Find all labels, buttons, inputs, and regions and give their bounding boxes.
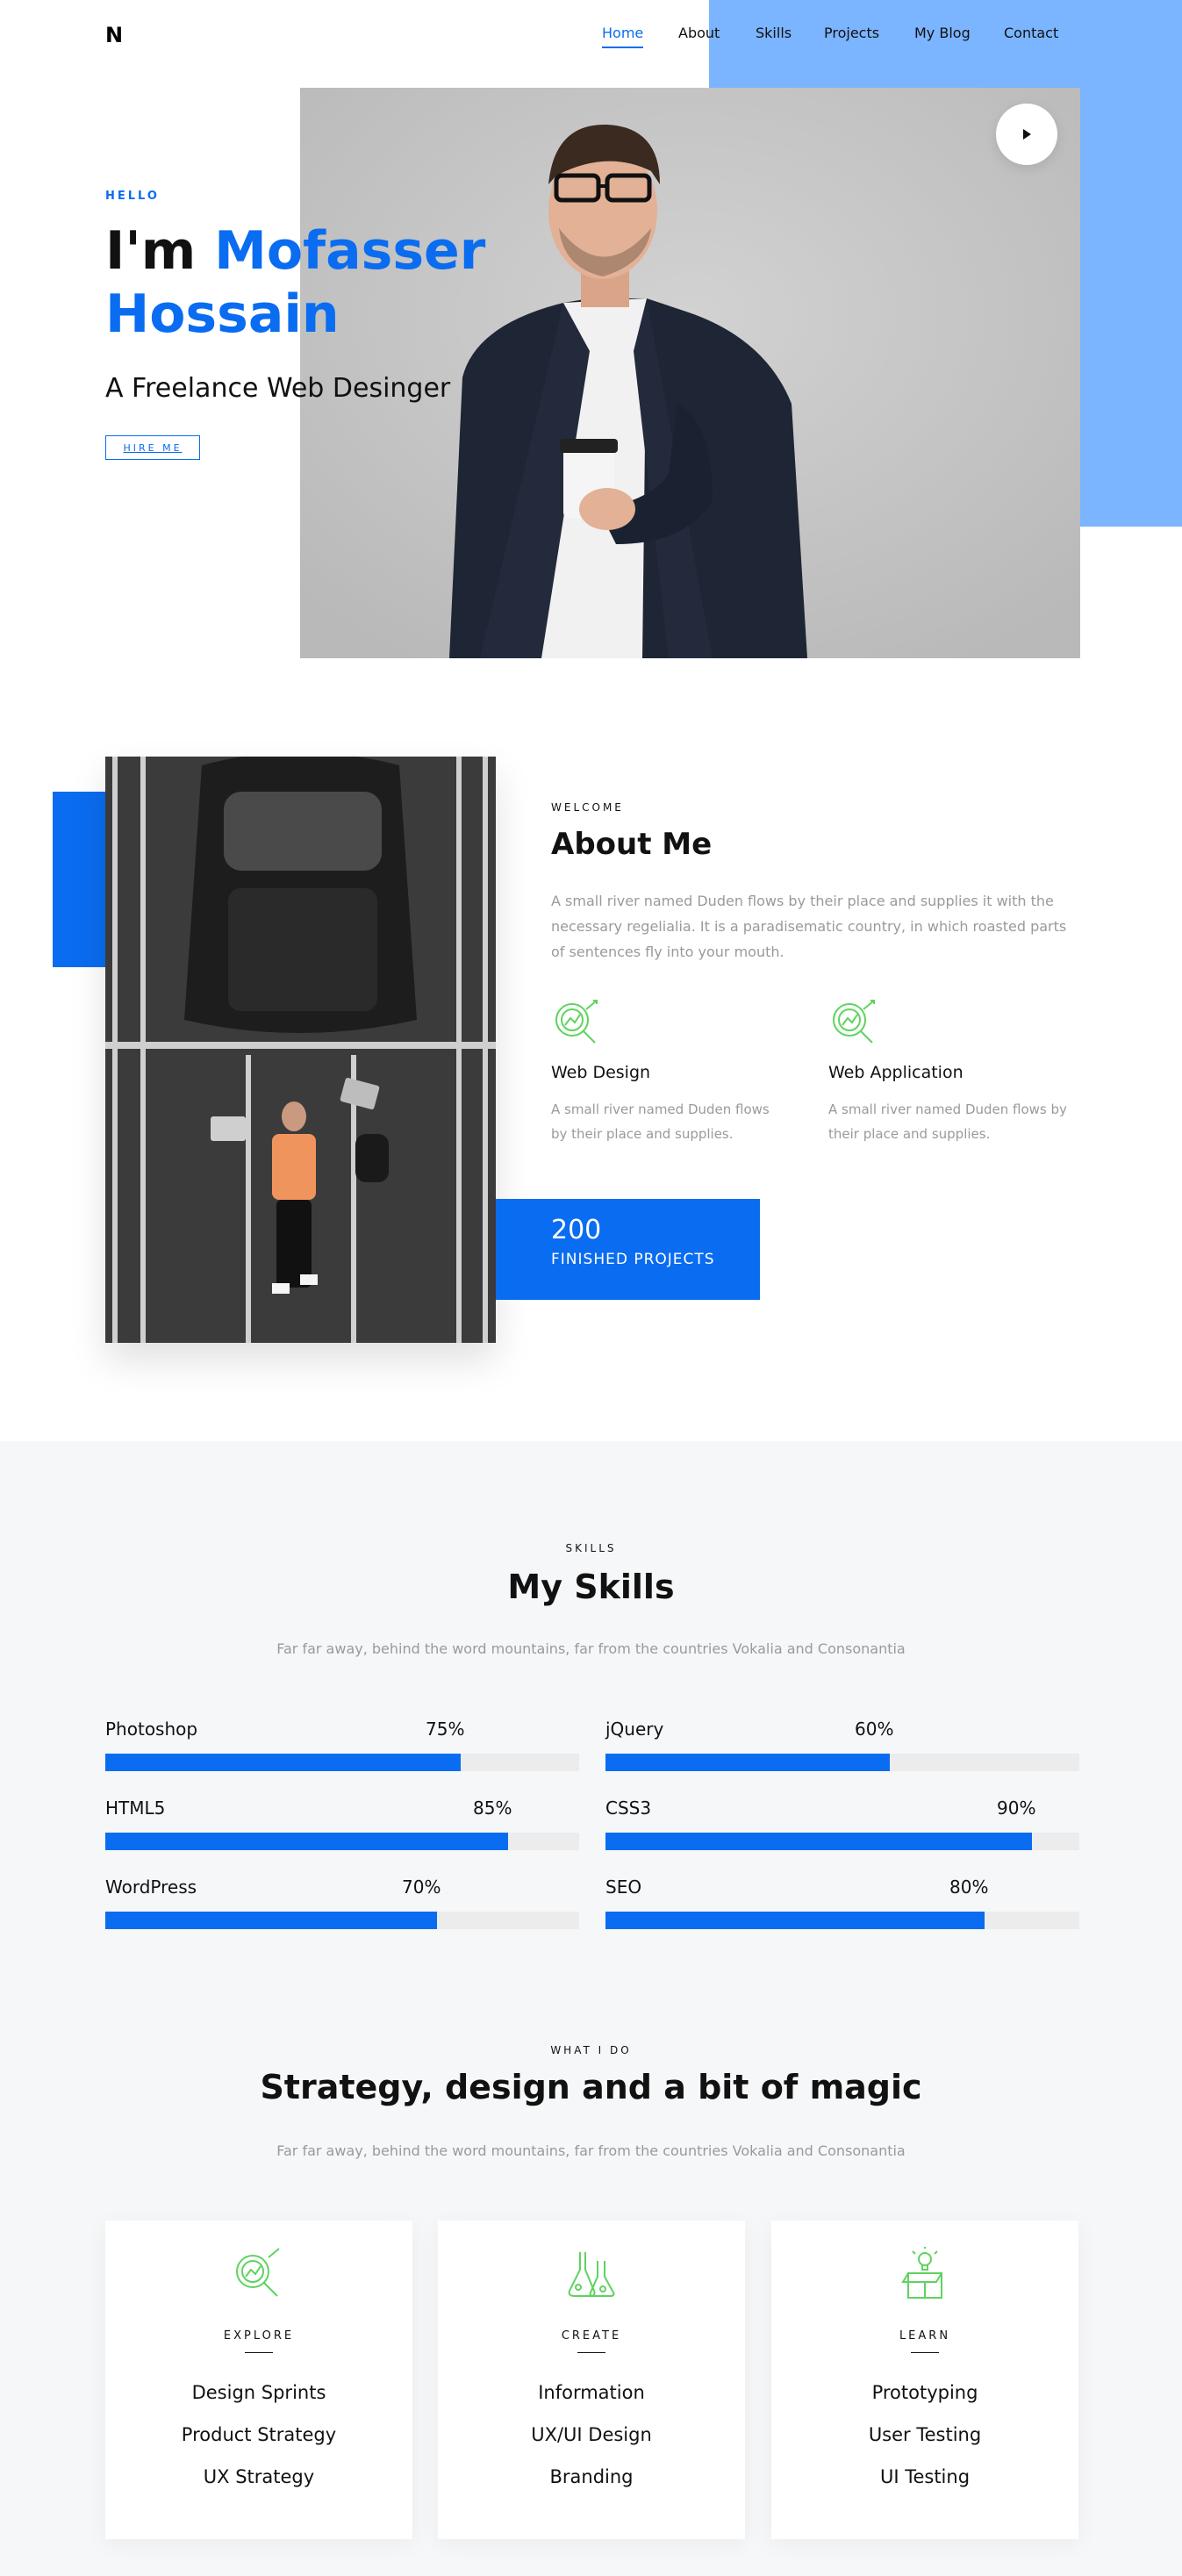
card-item: UI Testing — [879, 2466, 971, 2487]
hero-title: I'm Mofasser Hossain — [105, 219, 509, 346]
skill-label: Photoshop — [105, 1719, 198, 1740]
feature-title: Web Design — [551, 1063, 651, 1082]
analytics-icon — [833, 1000, 875, 1044]
card-item: Branding — [549, 2466, 634, 2487]
skill-progress-track — [105, 1912, 579, 1929]
card-item: User Testing — [868, 2424, 982, 2445]
card-item: Design Sprints — [191, 2382, 326, 2403]
skill-progress-fill — [605, 1912, 985, 1929]
hire-me-button[interactable]: HIRE ME — [105, 435, 200, 460]
skills-title: My Skills — [507, 1568, 675, 1606]
skill-percent: 80% — [949, 1876, 989, 1898]
skills-kicker: SKILLS — [565, 1542, 617, 1554]
finished-projects-counter: 200 FINISHED PROJECTS — [496, 1199, 760, 1300]
card-divider — [577, 2352, 605, 2353]
card-category: LEARN — [899, 2329, 951, 2343]
skills-text: Far far away, behind the word mountains,… — [276, 1640, 906, 1657]
nav-home[interactable]: Home — [602, 25, 644, 48]
skill-percent: 70% — [402, 1876, 441, 1898]
feature-web-application — [828, 997, 883, 1055]
services-text: Far far away, behind the word mountains,… — [276, 2142, 906, 2159]
skill-progress-track — [105, 1754, 579, 1771]
feature-title: Web Application — [828, 1063, 964, 1082]
skill-progress-track — [605, 1833, 1079, 1850]
card-category: EXPLORE — [223, 2329, 295, 2343]
skill-progress-fill — [105, 1754, 461, 1771]
skill-progress-fill — [105, 1833, 508, 1850]
flask-icon — [568, 2252, 615, 2297]
skill-progress-fill — [605, 1754, 890, 1771]
service-card-create: CREATE Information UX/UI Design Branding — [438, 2221, 745, 2539]
about-photo — [105, 757, 496, 1343]
hero-title-prefix: I'm — [105, 220, 197, 282]
skill-percent: 85% — [473, 1797, 512, 1819]
nav-about[interactable]: About — [678, 25, 720, 41]
skill-label: HTML5 — [105, 1797, 166, 1819]
hero-kicker: HELLO — [105, 190, 160, 203]
skill-label: SEO — [605, 1876, 642, 1898]
service-card-explore: EXPLORE Design Sprints Product Strategy … — [105, 2221, 412, 2539]
about-kicker: WELCOME — [551, 801, 624, 814]
skill-percent: 90% — [997, 1797, 1036, 1819]
feature-web-design — [551, 997, 605, 1055]
skill-progress-track — [605, 1754, 1079, 1771]
card-item: Prototyping — [871, 2382, 978, 2403]
logo[interactable]: N — [105, 23, 123, 47]
idea-box-icon — [901, 2247, 942, 2299]
about-text: A small river named Duden flows by their… — [551, 893, 1067, 960]
card-divider — [911, 2352, 939, 2353]
card-item: UX Strategy — [203, 2466, 315, 2487]
card-divider — [245, 2352, 273, 2353]
nav-contact[interactable]: Contact — [1004, 25, 1058, 41]
nav-projects[interactable]: Projects — [824, 25, 879, 41]
feature-text: A small river named Duden flows by their… — [828, 1101, 1067, 1142]
card-item: UX/UI Design — [531, 2424, 652, 2445]
hero-subtitle: A Freelance Web Desinger — [105, 373, 451, 404]
nav-skills[interactable]: Skills — [756, 25, 792, 41]
skill-progress-track — [605, 1912, 1079, 1929]
play-icon — [1023, 129, 1031, 140]
feature-text: A small river named Duden flows by their… — [551, 1101, 770, 1142]
services-kicker: WHAT I DO — [550, 2044, 632, 2056]
about-title: About Me — [551, 827, 713, 862]
card-item: Information — [538, 2382, 645, 2403]
skill-progress-fill — [605, 1833, 1032, 1850]
skill-progress-track — [105, 1833, 579, 1850]
skill-percent: 60% — [855, 1719, 894, 1740]
skill-percent: 75% — [426, 1719, 465, 1740]
skill-label: jQuery — [605, 1719, 664, 1740]
counter-number: 200 — [551, 1215, 602, 1245]
counter-label: FINISHED PROJECTS — [551, 1251, 715, 1268]
nav-blog[interactable]: My Blog — [914, 25, 971, 41]
analytics-icon — [555, 1000, 598, 1044]
skill-progress-fill — [105, 1912, 437, 1929]
analytics-icon — [236, 2248, 280, 2297]
skill-label: WordPress — [105, 1876, 197, 1898]
service-card-learn: LEARN Prototyping User Testing UI Testin… — [771, 2221, 1078, 2539]
card-item: Product Strategy — [181, 2424, 337, 2445]
play-video-button[interactable] — [996, 104, 1057, 165]
card-category: CREATE — [561, 2329, 622, 2343]
skill-label: CSS3 — [605, 1797, 652, 1819]
services-title: Strategy, design and a bit of magic — [260, 2068, 922, 2106]
